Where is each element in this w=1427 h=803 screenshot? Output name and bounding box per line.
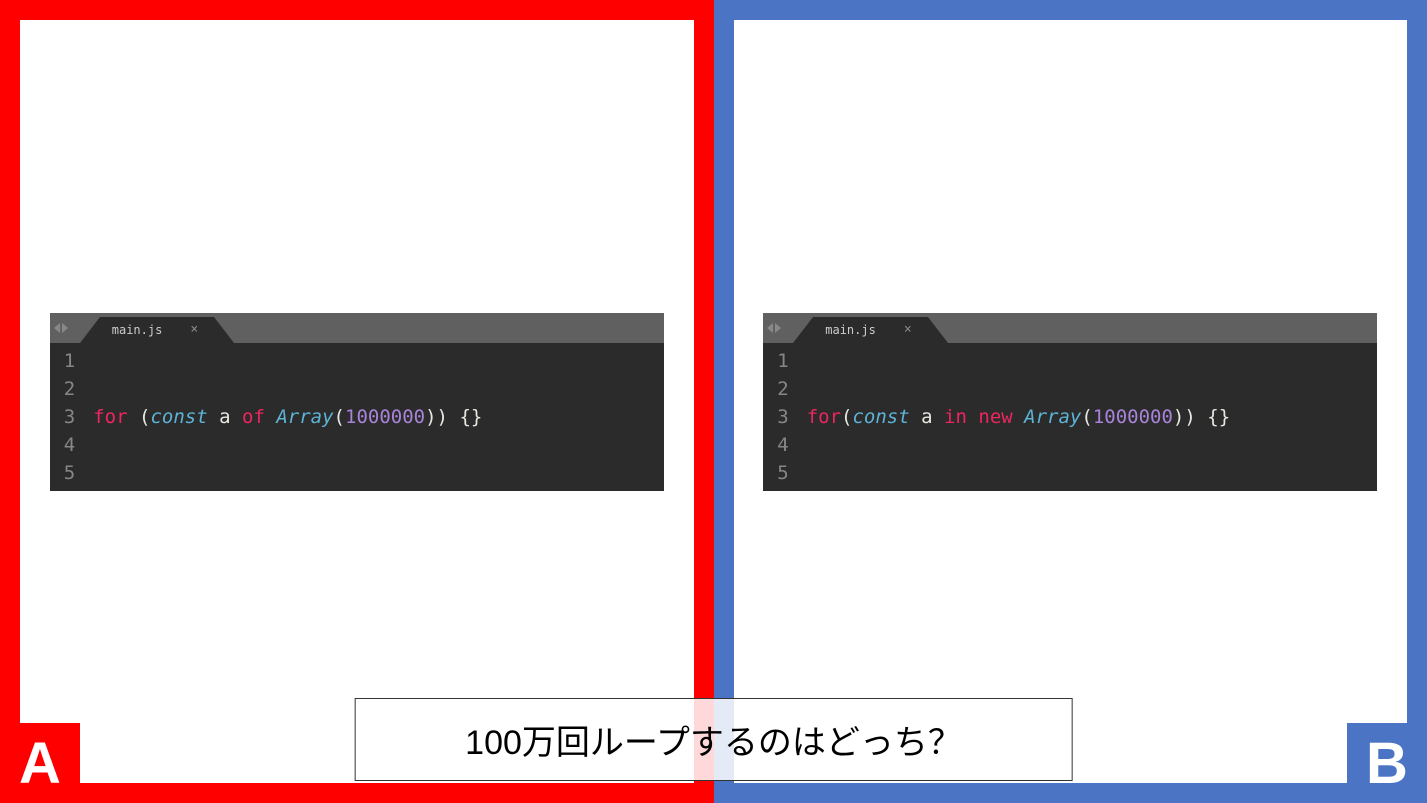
tab-filename: main.js bbox=[112, 323, 163, 337]
file-tab[interactable]: main.js × bbox=[100, 317, 214, 343]
tab-bar: main.js × bbox=[763, 313, 1377, 343]
comparison-container: main.js × 1 2 3 4 5 for (const a of Arra… bbox=[0, 0, 1427, 803]
line-number: 3 bbox=[777, 403, 788, 431]
line-number: 2 bbox=[777, 375, 788, 403]
arrow-right-icon[interactable] bbox=[775, 323, 781, 333]
line-number: 2 bbox=[64, 375, 75, 403]
code-line: for (const a of Array(1000000)) {} bbox=[93, 403, 482, 431]
code-content: for (const a of Array(1000000)) {} bbox=[89, 347, 486, 487]
code-line: for(const a in new Array(1000000)) {} bbox=[807, 403, 1230, 431]
line-number: 1 bbox=[777, 347, 788, 375]
line-number: 5 bbox=[64, 459, 75, 487]
close-icon[interactable]: × bbox=[190, 322, 198, 337]
option-a-label[interactable]: A bbox=[0, 723, 80, 803]
question-text: 100万回ループするのはどっち？ bbox=[354, 698, 1073, 781]
option-b-label[interactable]: B bbox=[1347, 723, 1427, 803]
tab-bar: main.js × bbox=[50, 313, 664, 343]
line-number: 4 bbox=[64, 431, 75, 459]
code-area: 1 2 3 4 5 for(const a in new Array(10000… bbox=[763, 343, 1377, 491]
tab-filename: main.js bbox=[825, 323, 876, 337]
line-number: 3 bbox=[64, 403, 75, 431]
line-number: 4 bbox=[777, 431, 788, 459]
arrow-right-icon[interactable] bbox=[62, 323, 68, 333]
code-editor-a: main.js × 1 2 3 4 5 for (const a of Arra… bbox=[50, 313, 664, 491]
arrow-left-icon[interactable] bbox=[54, 323, 60, 333]
close-icon[interactable]: × bbox=[904, 322, 912, 337]
tab-nav-arrows bbox=[50, 313, 72, 343]
file-tab[interactable]: main.js × bbox=[813, 317, 927, 343]
panel-b[interactable]: main.js × 1 2 3 4 5 for(const a in new A… bbox=[714, 0, 1427, 803]
code-content: for(const a in new Array(1000000)) {} bbox=[803, 347, 1234, 487]
panel-a[interactable]: main.js × 1 2 3 4 5 for (const a of Arra… bbox=[0, 0, 714, 803]
line-gutter: 1 2 3 4 5 bbox=[50, 347, 89, 487]
code-area: 1 2 3 4 5 for (const a of Array(1000000)… bbox=[50, 343, 664, 491]
line-gutter: 1 2 3 4 5 bbox=[763, 347, 802, 487]
line-number: 5 bbox=[777, 459, 788, 487]
arrow-left-icon[interactable] bbox=[767, 323, 773, 333]
line-number: 1 bbox=[64, 347, 75, 375]
tab-nav-arrows bbox=[763, 313, 785, 343]
code-editor-b: main.js × 1 2 3 4 5 for(const a in new A… bbox=[763, 313, 1377, 491]
